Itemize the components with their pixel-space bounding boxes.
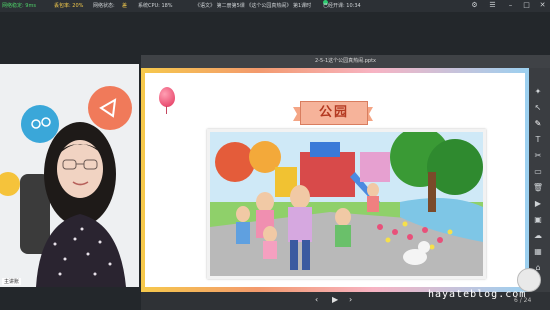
minimize-icon[interactable]: – (507, 2, 514, 9)
toolbox-icon[interactable]: ▦ (532, 246, 544, 258)
next-slide-icon[interactable]: › (349, 295, 352, 304)
pen-tool-icon[interactable]: ✎ (532, 118, 544, 130)
select-tool-icon[interactable]: ↖ (532, 102, 544, 114)
status-bar: 网络稳定: 9ms 丢包率: 20% 网络状态: 差 系统CPU: 18% 《语… (0, 0, 550, 12)
slide-canvas: 公园 (145, 73, 525, 287)
media-tool-icon[interactable]: ▶ (532, 198, 544, 210)
maximize-icon[interactable]: □ (523, 2, 530, 9)
watermark: hayateblog.com (428, 289, 527, 300)
balloon-string (166, 106, 167, 114)
screenshot-tool-icon[interactable]: ▣ (532, 214, 544, 226)
cpu-usage: 系统CPU: 18% (138, 3, 173, 9)
teacher-video-frame (0, 64, 139, 287)
eraser-tool-icon[interactable]: ▭ (532, 166, 544, 178)
network-state-value: 差 (122, 3, 128, 9)
packet-loss: 丢包率: 20% (54, 3, 84, 9)
delete-tool-icon[interactable]: 🗑 (532, 182, 544, 194)
scissors-tool-icon[interactable]: ✂ (532, 150, 544, 162)
prev-slide-icon[interactable]: ‹ (315, 295, 318, 304)
network-state-label: 网络状态: (93, 3, 115, 9)
pointer-tool-icon[interactable]: ✦ (532, 86, 544, 98)
settings-icon[interactable]: ⚙ (471, 2, 478, 9)
balloon-icon (159, 87, 175, 107)
presentation-window: 2-5-1这个公园真热闹.pptx 公园 ✦ ↖ ✎ T ✂ ▭ 🗑 ▶ ▣ ☁… (141, 55, 550, 310)
slide-frame: 公园 (141, 68, 529, 292)
slide-title: 公园 (300, 101, 368, 125)
teacher-camera: 主讲账 (0, 64, 139, 287)
close-icon[interactable]: ✕ (539, 2, 546, 9)
lesson-title: 《语文》 第二册第5课 《这个公园真热闹》 第1课时 (195, 3, 312, 9)
text-tool-icon[interactable]: T (532, 134, 544, 146)
cloud-tool-icon[interactable]: ☁ (532, 230, 544, 242)
more-icon[interactable]: ☰ (489, 2, 496, 9)
play-icon[interactable]: ▶ (332, 295, 338, 304)
presentation-title: 2-5-1这个公园真热闹.pptx (141, 55, 550, 68)
park-illustration (207, 129, 486, 279)
camera-name-label: 主讲账 (2, 278, 22, 285)
